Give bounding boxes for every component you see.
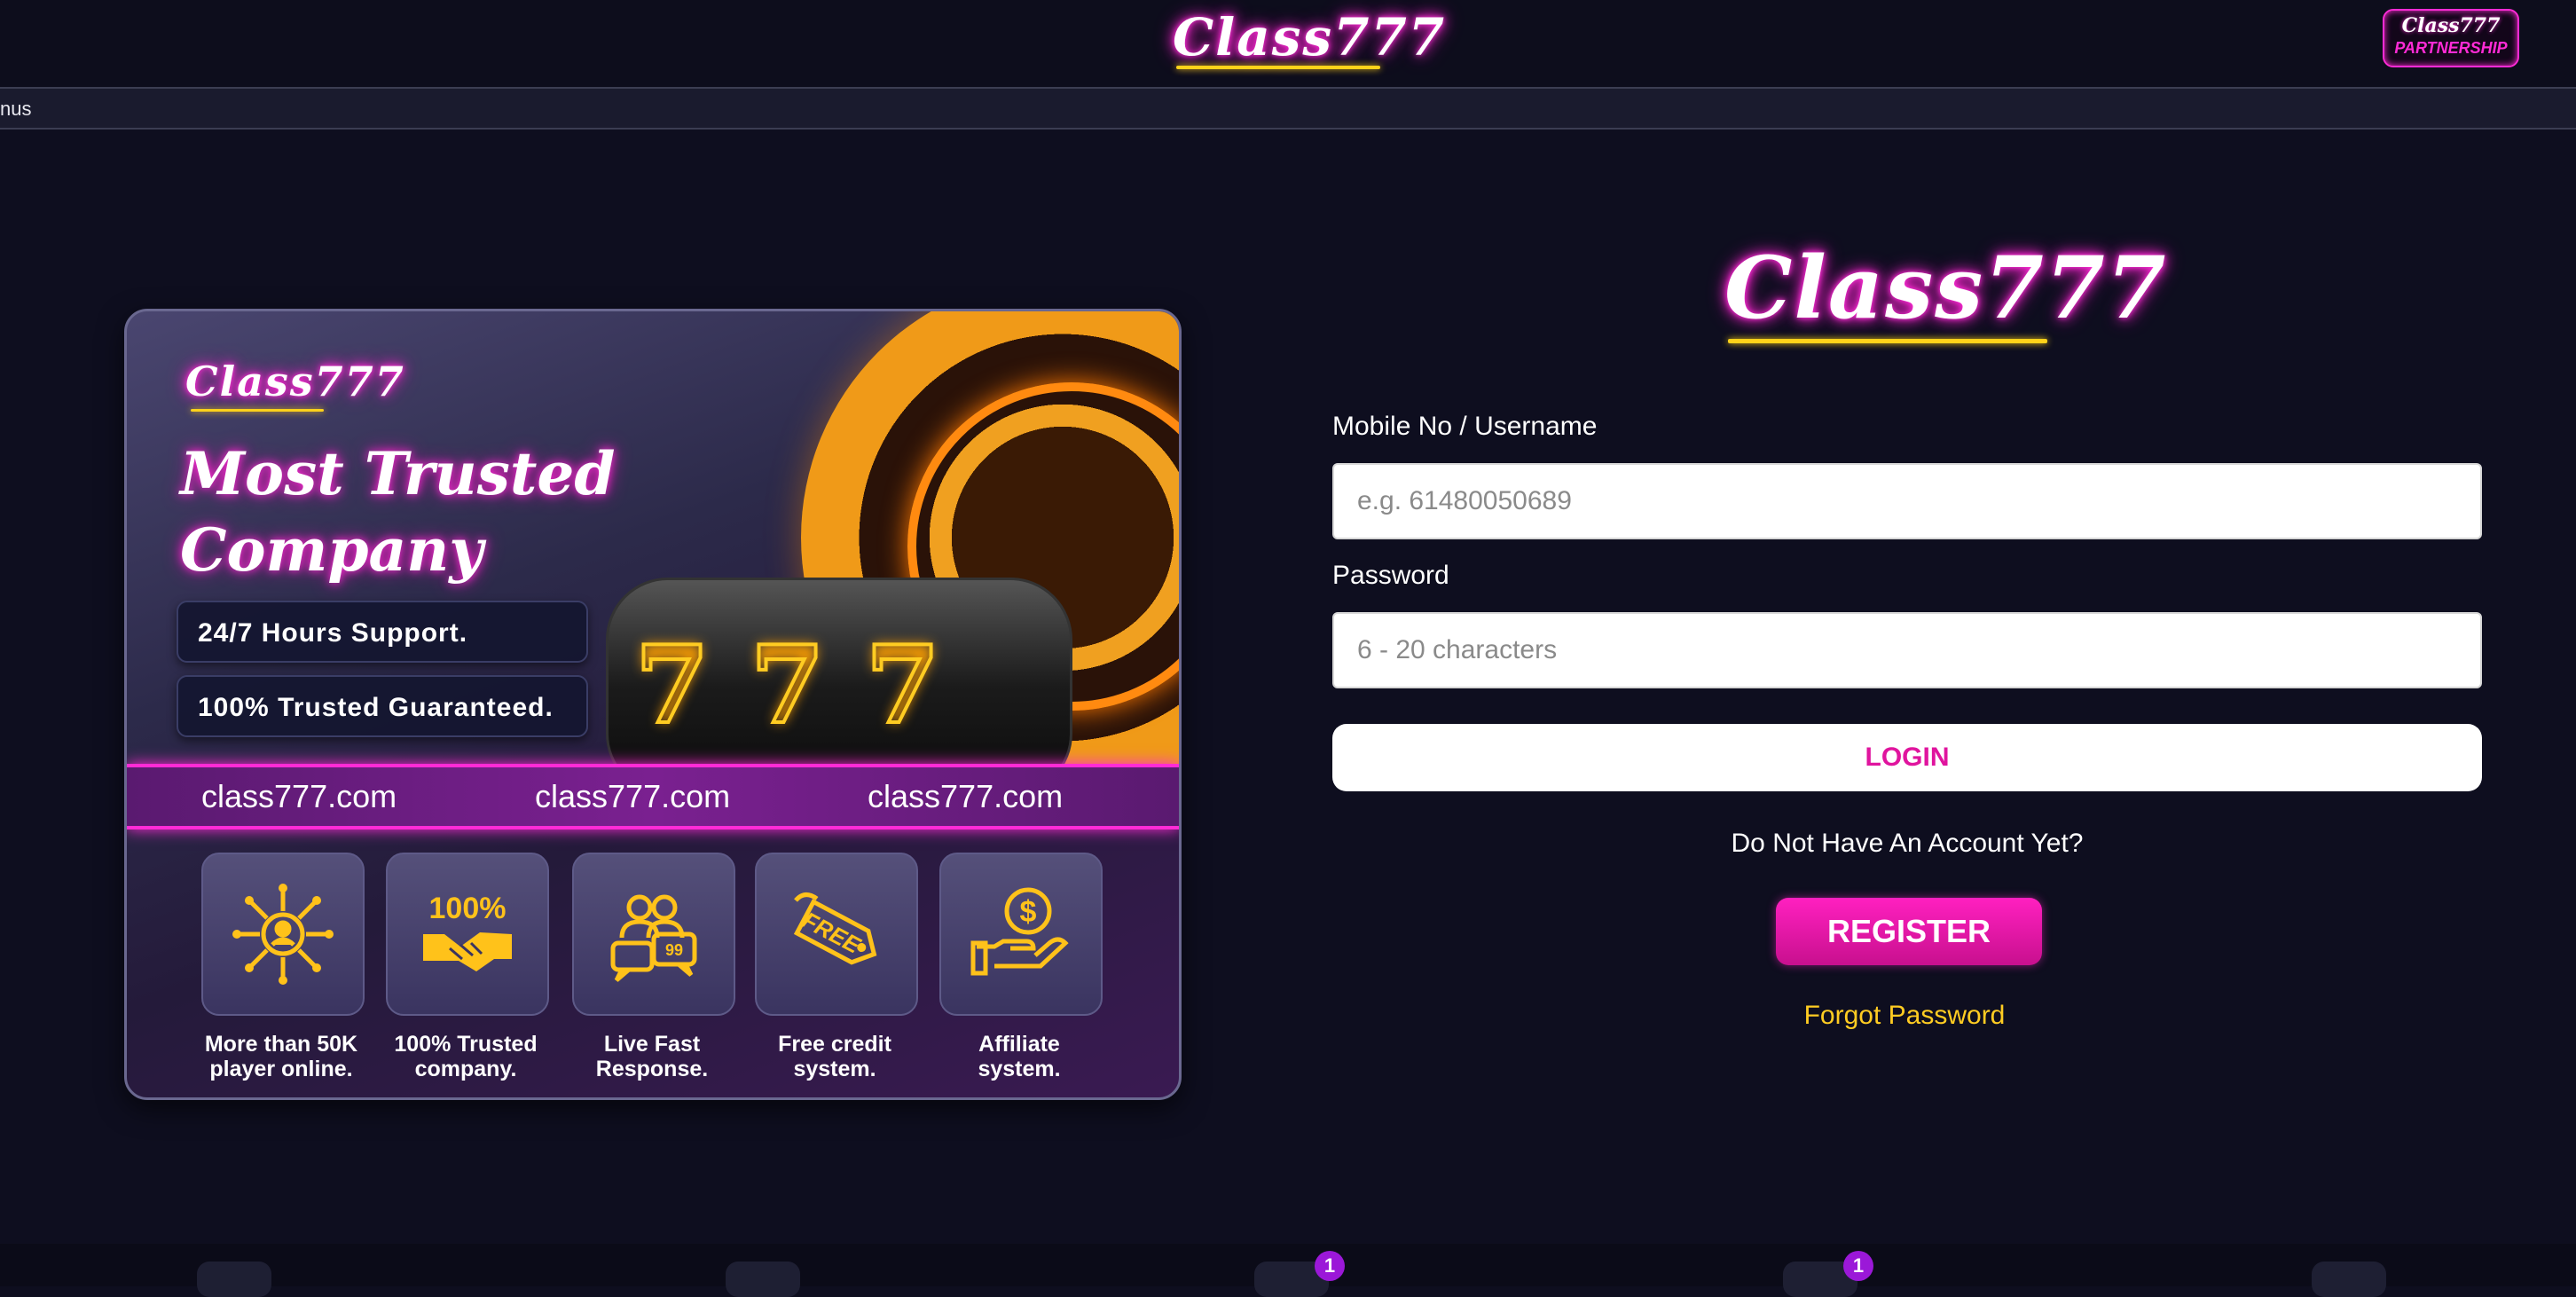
feature-pill: 100% Trusted Guaranteed. [177,675,588,737]
nav-button-games[interactable] [726,1262,800,1297]
site-logo[interactable]: Class777 [1173,7,1446,67]
nav-button-promotions[interactable]: 1 [1254,1251,1345,1297]
nav-button-messages[interactable]: 1 [1783,1251,1873,1297]
username-input[interactable] [1332,463,2482,539]
promo-banner: 7 7 7 Class777 Most Trusted Company 24/7… [124,309,1182,1100]
handshake-badge-text: 100% [429,892,507,925]
reel-digit: 7 [749,621,826,750]
pill-text: 24/7 Hours Support. [198,618,468,648]
nav-button-account[interactable] [2312,1262,2386,1297]
feature-label-line2: company. [414,1057,517,1081]
register-button[interactable]: REGISTER [1776,898,2042,965]
coin-hand-icon: $ [939,853,1103,1016]
pill-text: 100% Trusted Guaranteed. [198,693,554,722]
svg-text:99: 99 [665,941,683,959]
feature-label-line2: system. [978,1057,1061,1081]
feature-label-line1: Live Fast [603,1032,701,1057]
feature-label: Affiliate system. [922,1032,1117,1081]
feature-label-line1: 100% Trusted [394,1032,538,1057]
logo-underline [1176,66,1380,69]
feature-label: 100% Trusted company. [368,1032,563,1081]
feature-label-line1: Affiliate [978,1032,1060,1057]
bottom-nav: 1 1 [0,1244,2576,1297]
feature-label: More than 50K player online. [184,1032,379,1081]
feature-label-line1: More than 50K [204,1032,358,1057]
no-account-text: Do Not Have An Account Yet? [1731,829,2084,858]
svg-text:$: $ [1020,895,1037,929]
reel-digit: 7 [633,621,711,750]
marquee-text: nus [0,98,32,120]
banner-title-line2: Company [180,515,483,585]
password-label: Password [1332,561,1449,590]
login-button[interactable]: LOGIN [1332,724,2482,791]
feature-label: Free credit system. [737,1032,932,1081]
partnership-label: PARTNERSHIP [2394,39,2508,57]
free-tag-icon: FREE [755,853,918,1016]
login-logo-underline [1728,339,2047,343]
feature-label-line2: Response. [595,1057,709,1081]
feature-pill: 24/7 Hours Support. [177,601,588,663]
feature-trusted: 100% 100% Trusted company. [386,853,549,1081]
username-label: Mobile No / Username [1332,412,1598,441]
domain-text: class777.com [868,778,1064,814]
support-chat-icon: 99 [572,853,735,1016]
notification-badge: 1 [1843,1251,1873,1281]
forgot-password-link[interactable]: Forgot Password [1332,1001,2477,1031]
feature-label-line2: player online. [209,1057,353,1081]
feature-players: More than 50K player online. [201,853,365,1081]
banner-title-line1: Most Trusted [180,439,616,508]
banner-logo: Class777 [185,358,405,405]
partnership-button[interactable]: Class777 PARTNERSHIP [2383,9,2519,67]
domain-text: class777.com [201,778,397,814]
password-input[interactable] [1332,612,2482,688]
domain-text: class777.com [535,778,731,814]
feature-label-line2: system. [793,1057,876,1081]
top-bar: Class777 Class777 PARTNERSHIP [0,0,2576,87]
feature-affiliate: $ Affiliate system. [939,853,1103,1081]
nav-button-home[interactable] [197,1262,271,1297]
feature-label-line1: Free credit [778,1032,891,1057]
banner-title: Most Trusted Company [180,436,616,588]
handshake-100-icon: 100% [386,853,549,1016]
domain-stripe: class777.com class777.com class777.com [127,764,1179,829]
reel-digit: 7 [864,621,941,750]
feature-free-credit: FREE Free credit system. [755,853,918,1081]
feature-label: Live Fast Response. [554,1032,750,1081]
login-logo: Class777 [1724,238,2168,338]
notification-badge: 1 [1315,1251,1345,1281]
announcement-marquee: nus [0,87,2576,130]
network-users-icon [201,853,365,1016]
feature-response: 99 Live Fast Response. [572,853,735,1081]
partnership-logo: Class777 [2401,14,2501,37]
banner-logo-underline [191,409,324,412]
